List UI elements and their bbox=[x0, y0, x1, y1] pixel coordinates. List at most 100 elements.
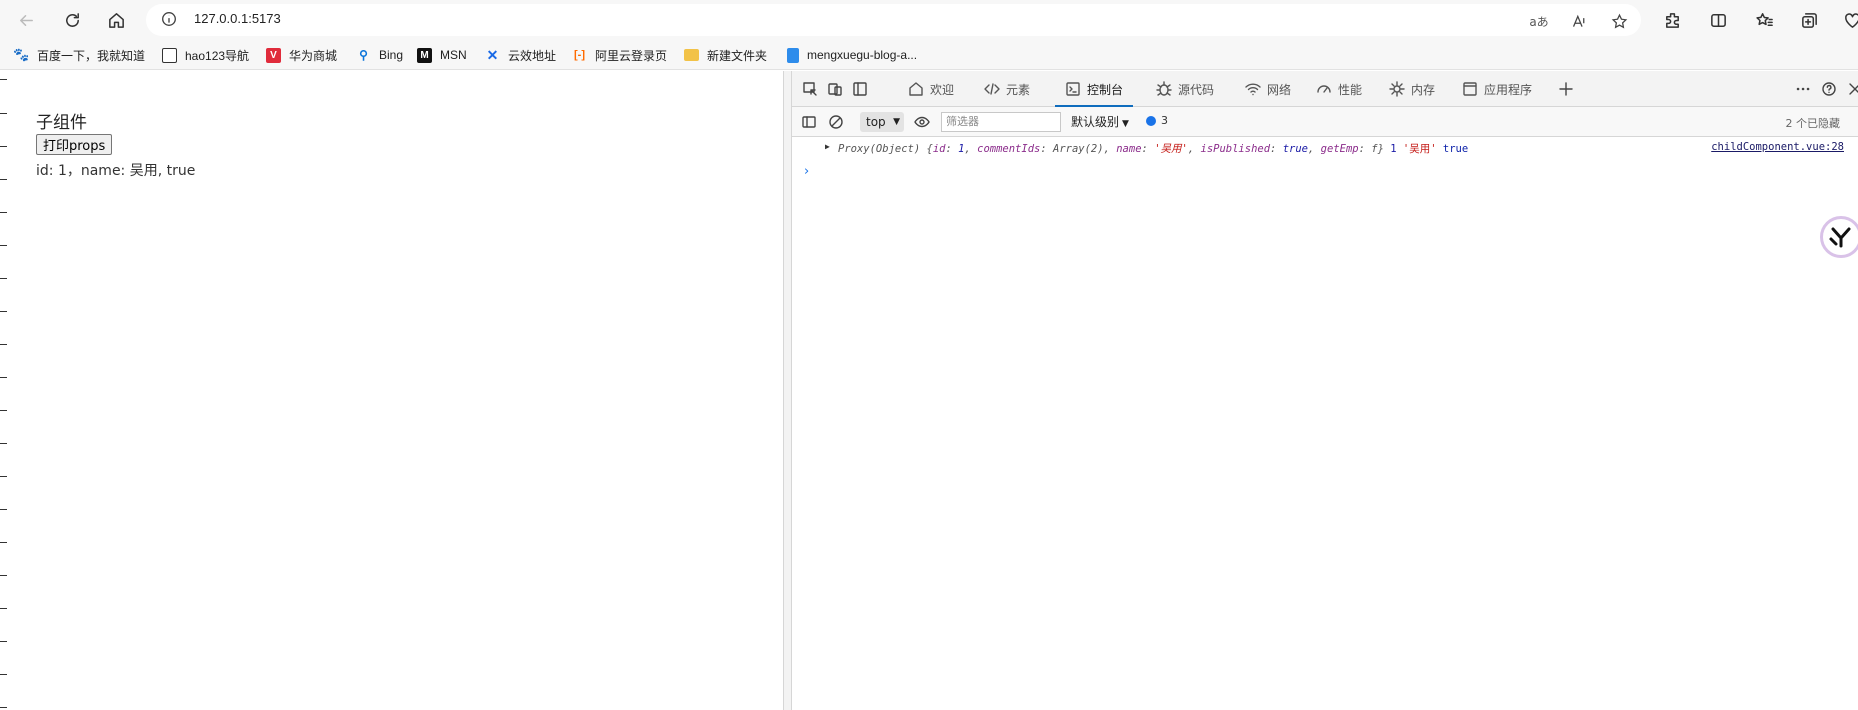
collections-icon[interactable] bbox=[1797, 8, 1821, 32]
performance-icon bbox=[1317, 85, 1331, 93]
bug-icon bbox=[1156, 81, 1172, 96]
log-key: isPublished bbox=[1200, 143, 1271, 155]
bookmark-msn[interactable]: M MSN bbox=[417, 46, 467, 64]
favorite-star-icon[interactable] bbox=[1609, 11, 1629, 31]
bookmark-label: mengxuegu-blog-a... bbox=[807, 48, 918, 62]
bookmark-label: 新建文件夹 bbox=[707, 48, 768, 63]
tab-application[interactable]: 应用程序 bbox=[1462, 71, 1532, 107]
read-aloud-icon[interactable] bbox=[1569, 11, 1589, 31]
tab-welcome[interactable]: 欢迎 bbox=[908, 71, 954, 107]
bookmark-huawei[interactable]: V 华为商城 bbox=[266, 46, 337, 64]
url-text[interactable]: 127.0.0.1:5173 bbox=[194, 11, 281, 26]
message-count-badge[interactable]: 3 bbox=[1146, 114, 1168, 127]
wifi-icon bbox=[1245, 83, 1261, 96]
extensions-icon[interactable] bbox=[1660, 8, 1684, 32]
print-props-button[interactable]: 打印props bbox=[36, 134, 113, 155]
tab-label: 应用程序 bbox=[1484, 82, 1533, 97]
bookmark-label: 华为商城 bbox=[289, 48, 338, 63]
address-bar[interactable]: 127.0.0.1:5173 aあ bbox=[146, 4, 1641, 36]
bookmark-label: MSN bbox=[440, 48, 467, 62]
tab-elements[interactable]: 元素 bbox=[984, 71, 1030, 107]
tab-sources[interactable]: 源代码 bbox=[1156, 71, 1214, 107]
bookmark-label: Bing bbox=[379, 48, 404, 62]
aliyun-icon: [-] bbox=[574, 49, 585, 61]
log-levels-dropdown[interactable]: 默认级别 ▼ bbox=[1071, 113, 1129, 130]
application-icon bbox=[1463, 82, 1477, 96]
message-count: 3 bbox=[1161, 114, 1168, 127]
log-value: 1 bbox=[958, 143, 965, 155]
tab-label: 欢迎 bbox=[930, 82, 955, 97]
bookmark-folder[interactable]: 新建文件夹 bbox=[684, 46, 767, 64]
heart-health-icon[interactable] bbox=[1840, 8, 1858, 32]
home-icon bbox=[909, 82, 923, 96]
live-expression-eye-icon[interactable] bbox=[913, 113, 931, 131]
console-log-entry[interactable]: ▶ Proxy(Object) {id: 1, commentIds: Arra… bbox=[792, 137, 1858, 158]
yunxiao-icon: ✕ bbox=[486, 46, 499, 63]
props-output: id: 1，name: 吴用, true bbox=[36, 163, 196, 179]
tab-label: 控制台 bbox=[1087, 82, 1124, 97]
log-arg-boolean: true bbox=[1442, 143, 1469, 155]
log-source-link[interactable]: childComponent.vue:28 bbox=[1711, 141, 1844, 153]
dropdown-arrow-icon: ▼ bbox=[893, 117, 900, 127]
tab-label: 元素 bbox=[1006, 82, 1031, 97]
dock-side-icon[interactable] bbox=[851, 80, 869, 98]
bookmark-hao123[interactable]: hao123导航 bbox=[162, 46, 249, 64]
tab-label: 源代码 bbox=[1178, 82, 1215, 97]
console-icon bbox=[1066, 82, 1080, 96]
split-screen-icon[interactable] bbox=[1706, 8, 1730, 32]
log-brace: } bbox=[1377, 143, 1384, 155]
sidebar-toggle-icon[interactable] bbox=[800, 113, 818, 131]
add-tool-icon[interactable] bbox=[1557, 80, 1575, 98]
console-toolbar: top ▼ 筛选器 默认级别 ▼ 3 2 个已隐藏 bbox=[792, 107, 1858, 137]
page-icon bbox=[162, 47, 177, 63]
floating-assistant-logo[interactable] bbox=[1820, 216, 1858, 258]
tab-performance[interactable]: 性能 bbox=[1316, 71, 1362, 107]
console-filter-input[interactable]: 筛选器 bbox=[941, 112, 1061, 132]
favorites-icon[interactable] bbox=[1752, 8, 1776, 32]
huawei-mall-icon: V bbox=[266, 47, 281, 63]
log-value: true bbox=[1282, 143, 1308, 155]
msn-icon: M bbox=[417, 47, 432, 63]
clear-console-icon[interactable] bbox=[827, 113, 845, 131]
device-emulation-icon[interactable] bbox=[826, 80, 844, 98]
home-icon[interactable] bbox=[104, 8, 128, 32]
expand-triangle-icon[interactable]: ▶ bbox=[825, 142, 830, 151]
bookmark-bing[interactable]: ⚲ Bing bbox=[356, 46, 403, 64]
tab-label: 性能 bbox=[1338, 82, 1363, 97]
refresh-icon[interactable] bbox=[60, 8, 84, 32]
hidden-messages-count: 2 个已隐藏 bbox=[1785, 117, 1841, 130]
tab-memory[interactable]: 内存 bbox=[1389, 71, 1435, 107]
close-devtools-icon[interactable] bbox=[1846, 80, 1858, 98]
log-value: Array(2) bbox=[1053, 143, 1104, 155]
more-options-icon[interactable] bbox=[1794, 80, 1812, 98]
tab-label: 内存 bbox=[1411, 82, 1436, 97]
log-message[interactable]: Proxy(Object) {id: 1, commentIds: Array(… bbox=[838, 141, 1468, 156]
info-icon[interactable] bbox=[160, 10, 180, 30]
page-icon bbox=[787, 47, 799, 63]
devtools-splitter[interactable] bbox=[783, 71, 792, 710]
tab-console[interactable]: 控制台 bbox=[1055, 71, 1134, 107]
bookmark-label: hao123导航 bbox=[185, 48, 250, 63]
log-proxy-prefix: Proxy(Object) { bbox=[838, 143, 933, 155]
tab-label: 网络 bbox=[1267, 82, 1292, 97]
bookmark-mengxuegu[interactable]: mengxuegu-blog-a... bbox=[787, 46, 917, 64]
search-icon: ⚲ bbox=[359, 48, 368, 62]
log-arg-number: 1 bbox=[1390, 143, 1397, 155]
bookmark-label: 阿里云登录页 bbox=[595, 48, 668, 63]
bookmark-yunxiao[interactable]: ✕ 云效地址 bbox=[485, 46, 556, 64]
inspect-element-icon[interactable] bbox=[801, 80, 819, 98]
bookmark-label: 云效地址 bbox=[508, 48, 557, 63]
back-icon[interactable] bbox=[14, 8, 38, 32]
bookmark-baidu[interactable]: 🐾 百度一下，我就知道 bbox=[13, 46, 145, 64]
translate-icon[interactable]: aあ bbox=[1529, 11, 1549, 31]
log-key: id bbox=[932, 143, 946, 155]
devtools-tab-bar: 欢迎 元素 控制台 源代码 网络 性能 内存 应用程序 bbox=[792, 71, 1858, 107]
help-icon[interactable] bbox=[1820, 80, 1838, 98]
bookmark-aliyun[interactable]: [-] 阿里云登录页 bbox=[572, 46, 667, 64]
folder-icon bbox=[684, 49, 699, 61]
context-select[interactable]: top ▼ bbox=[860, 112, 904, 132]
code-icon bbox=[984, 83, 1000, 95]
tab-network[interactable]: 网络 bbox=[1245, 71, 1291, 107]
console-prompt-icon[interactable]: › bbox=[804, 164, 809, 179]
log-key: name bbox=[1116, 143, 1142, 155]
